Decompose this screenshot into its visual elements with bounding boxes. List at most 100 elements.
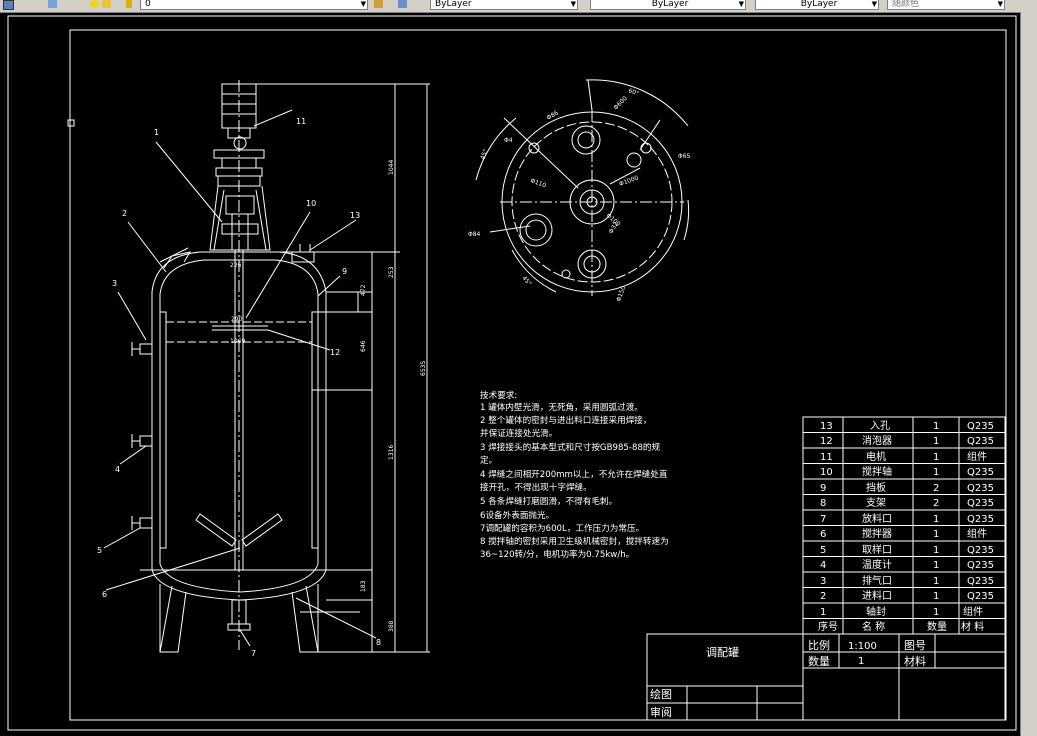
color-value: ByLayer (435, 0, 472, 9)
part-material: Q235 (967, 591, 994, 602)
drawing-title: 调配罐 (706, 646, 739, 659)
part-name: 挡板 (866, 481, 886, 494)
callout-9: 9 (342, 267, 347, 276)
notes-title: 技术要求: (480, 389, 517, 401)
part-qty: 1 (933, 545, 939, 556)
vertical-scrollbar[interactable] (1020, 12, 1037, 736)
part-qty: 1 (933, 421, 939, 432)
part-material: Q235 (967, 421, 994, 432)
chevron-down-icon: ▼ (570, 0, 576, 8)
part-name: 轴封 (866, 605, 886, 618)
part-material: Q235 (967, 576, 994, 587)
make-current-icon[interactable] (374, 0, 383, 8)
label-d65: Φ65 (678, 153, 691, 160)
part-material: Q235 (967, 483, 994, 494)
callout-10: 10 (306, 199, 316, 208)
dim-253: 253 (388, 266, 395, 278)
part-no: 8 (820, 498, 826, 509)
part-material: Q235 (967, 436, 994, 447)
sun-icon[interactable] (102, 0, 111, 8)
chevron-down-icon: ▼ (360, 0, 366, 8)
note-line: 1 罐体内壁光滑，无死角，采用圆弧过渡。 (480, 401, 643, 413)
note-line: 接开孔，不得出现十字焊缝。 (480, 481, 592, 493)
part-name: 电机 (866, 450, 886, 463)
scale-value: 1:100 (848, 641, 877, 652)
tank-top-view (475, 79, 690, 296)
part-qty: 1 (933, 607, 939, 618)
part-name: 搅拌轴 (862, 465, 892, 478)
part-no: 7 (820, 514, 826, 525)
technical-requirements: 技术要求: 1 罐体内壁光滑，无死角，采用圆弧过渡。 2 整个罐体的密封与进出料… (480, 389, 669, 560)
layer-previous-icon[interactable] (398, 0, 407, 8)
part-no: 11 (820, 452, 833, 463)
table-row: 11 电机 1 组件 (820, 450, 987, 463)
drawing-no-label: 图号 (904, 639, 926, 652)
part-no: 2 (820, 591, 826, 602)
lineweight-value: ByLayer (800, 0, 838, 9)
part-no: 13 (820, 421, 833, 432)
table-row: 10 搅拌轴 1 Q235 (820, 465, 994, 478)
dim-1316: 1316 (388, 445, 395, 460)
scale-label: 比例 (808, 638, 830, 652)
part-no: 9 (820, 483, 826, 494)
part-name: 消泡器 (862, 434, 892, 447)
part-name: 入孔 (870, 420, 890, 432)
parts-list-text: 13 入孔 1 Q235 12 消泡器 1 Q235 11 电机 1 组件 10… (818, 420, 994, 633)
callout-3: 3 (112, 279, 117, 288)
note-line: 6设备外表面抛光。 (480, 509, 554, 521)
part-qty: 1 (933, 591, 939, 602)
qty-label: 数量 (808, 655, 830, 668)
note-line: 2 整个罐体的密封与进出料口连接采用焊接， (480, 414, 651, 426)
label-d84b: Φ84 (468, 231, 481, 238)
part-qty: 1 (933, 467, 939, 478)
part-name: 进料口 (862, 589, 892, 602)
linetype-dropdown[interactable]: ByLayer ▼ (590, 0, 746, 10)
header-qty: 数量 (927, 620, 947, 633)
part-material: Q235 (967, 560, 994, 571)
dim-472: 472 (360, 284, 367, 296)
layer-manager-icon[interactable] (3, 0, 14, 10)
part-qty: 1 (933, 452, 939, 463)
note-line: 3 焊接接头的基本型式和尺寸按GB985-88的规 (480, 441, 661, 453)
table-row: 5 取样口 1 Q235 (820, 543, 994, 556)
header-name: 名 称 (862, 620, 885, 633)
lock-icon[interactable] (126, 0, 132, 8)
plotstyle-dropdown[interactable]: 随颜色 ▼ (887, 0, 1005, 10)
layer-dropdown[interactable]: 0 ▼ (140, 0, 368, 10)
dim-646: 646 (360, 340, 367, 352)
lineweight-dropdown[interactable]: ByLayer ▼ (755, 0, 879, 10)
note-line: 7调配罐的容积为600L，工作压力为常压。 (480, 522, 644, 534)
dim-388: 388 (388, 620, 395, 632)
part-no: 5 (820, 545, 826, 556)
ucs-marker (67, 119, 75, 127)
label-a45: 45° (479, 148, 489, 160)
title-block-text: 调配罐 比例 1:100 图号 数量 1 材料 绘图 审阅 (650, 638, 926, 719)
note-line: 8 搅拌轴的密封采用卫生级机械密封，搅拌转速为 (480, 535, 669, 547)
part-no: 4 (820, 560, 826, 571)
callout-4: 4 (115, 465, 120, 474)
part-material: Q235 (967, 545, 994, 556)
part-material: Q235 (967, 498, 994, 509)
part-qty: 1 (933, 529, 939, 540)
part-qty: 1 (933, 560, 939, 571)
drawing-canvas[interactable]: 1 2 3 4 5 6 7 8 9 10 11 12 13 1044 253 4… (0, 12, 1020, 736)
lightbulb-icon[interactable] (90, 0, 99, 8)
label-d84: Φ4 (504, 137, 513, 144)
part-qty: 1 (933, 514, 939, 525)
part-no: 10 (820, 467, 833, 478)
chevron-down-icon: ▼ (997, 0, 1003, 8)
part-material: 组件 (967, 527, 987, 540)
label-d600: Φ600 (612, 95, 629, 112)
chevron-down-icon: ▼ (738, 0, 744, 8)
callout-13: 13 (350, 211, 360, 220)
layer-state-icon[interactable] (48, 0, 57, 8)
note-line: 5 各条焊缝打磨圆滑，不得有毛刺。 (480, 495, 617, 507)
material-label: 材料 (904, 654, 926, 668)
label-d1000: Φ1000 (618, 174, 639, 187)
part-name: 搅拌器 (862, 527, 892, 540)
qty-value: 1 (858, 656, 864, 667)
color-dropdown[interactable]: ByLayer ▼ (430, 0, 578, 10)
dim-290: 290 (231, 316, 243, 323)
part-name: 取样口 (862, 543, 892, 556)
callout-7: 7 (251, 649, 256, 658)
